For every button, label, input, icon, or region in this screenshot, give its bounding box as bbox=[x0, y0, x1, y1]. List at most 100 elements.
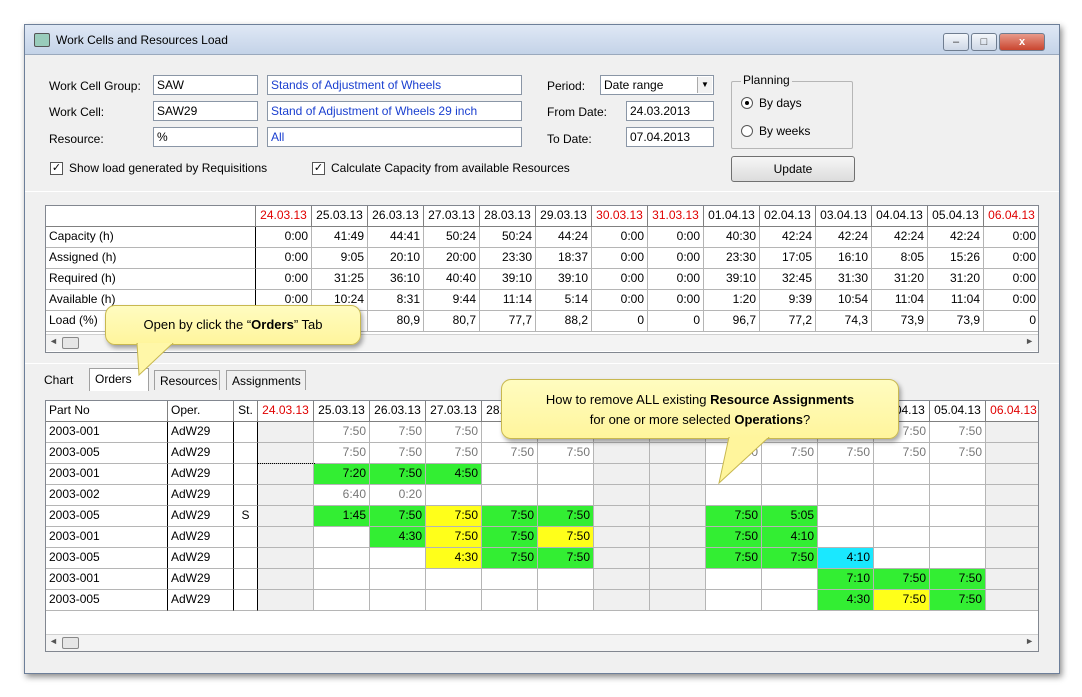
load-value-cell[interactable]: 73,9 bbox=[872, 311, 928, 332]
scroll-thumb[interactable] bbox=[62, 637, 79, 649]
load-value-cell[interactable]: 8:31 bbox=[368, 290, 424, 311]
load-value-cell[interactable]: 80,9 bbox=[368, 311, 424, 332]
load-value-cell[interactable]: 0:00 bbox=[984, 269, 1038, 290]
work-cell-code-input[interactable]: SAW29 bbox=[153, 101, 258, 121]
load-value-cell[interactable]: 39:10 bbox=[536, 269, 592, 290]
assignment-cell[interactable] bbox=[650, 569, 706, 590]
assignment-cell[interactable]: 7:50 bbox=[314, 443, 370, 464]
assignment-cell[interactable]: 1:45 bbox=[314, 506, 370, 527]
load-value-cell[interactable]: 31:20 bbox=[872, 269, 928, 290]
assignment-cell[interactable]: 7:50 bbox=[874, 590, 930, 611]
assignment-cell[interactable] bbox=[314, 548, 370, 569]
assignment-cell[interactable]: 7:50 bbox=[482, 548, 538, 569]
load-value-cell[interactable]: 0 bbox=[648, 311, 704, 332]
oper-header[interactable]: Oper. bbox=[168, 401, 234, 422]
load-value-cell[interactable]: 39:10 bbox=[480, 269, 536, 290]
date-column-header[interactable]: 28.03.13 bbox=[480, 206, 536, 227]
assignment-cell[interactable] bbox=[706, 590, 762, 611]
assignment-cell[interactable]: 7:50 bbox=[930, 443, 986, 464]
assignment-cell[interactable]: 5:05 bbox=[762, 506, 818, 527]
to-date-input[interactable]: 07.04.2013 bbox=[626, 127, 714, 147]
assignment-cell[interactable]: 4:10 bbox=[818, 548, 874, 569]
assignment-cell[interactable] bbox=[482, 464, 538, 485]
assignment-cell[interactable] bbox=[986, 506, 1038, 527]
load-value-cell[interactable]: 0:00 bbox=[984, 290, 1038, 311]
assignment-cell[interactable] bbox=[594, 443, 650, 464]
assignment-cell[interactable]: 6:40 bbox=[314, 485, 370, 506]
load-value-cell[interactable]: 73,9 bbox=[928, 311, 984, 332]
assignment-cell[interactable] bbox=[370, 569, 426, 590]
date-column-header[interactable]: 05.04.13 bbox=[928, 206, 984, 227]
assignment-cell[interactable]: 7:50 bbox=[538, 443, 594, 464]
scroll-right-icon[interactable]: ► bbox=[1025, 336, 1034, 346]
load-value-cell[interactable]: 20:10 bbox=[368, 248, 424, 269]
load-value-cell[interactable]: 31:30 bbox=[816, 269, 872, 290]
status-cell[interactable] bbox=[234, 590, 258, 611]
assignment-cell[interactable] bbox=[426, 569, 482, 590]
assignment-cell[interactable]: 7:10 bbox=[818, 569, 874, 590]
load-value-cell[interactable]: 8:05 bbox=[872, 248, 928, 269]
load-value-cell[interactable]: 1:20 bbox=[704, 290, 760, 311]
assignment-cell[interactable] bbox=[986, 569, 1038, 590]
part-no-cell[interactable]: 2003-001 bbox=[46, 569, 168, 590]
resource-desc-field[interactable]: All bbox=[267, 127, 522, 147]
date-column-header[interactable]: 06.04.13 bbox=[986, 401, 1038, 422]
load-value-cell[interactable]: 5:14 bbox=[536, 290, 592, 311]
assignment-cell[interactable] bbox=[818, 485, 874, 506]
date-column-header[interactable]: 06.04.13 bbox=[984, 206, 1038, 227]
assignment-cell[interactable] bbox=[650, 527, 706, 548]
scroll-thumb[interactable] bbox=[62, 337, 79, 349]
date-column-header[interactable]: 25.03.13 bbox=[314, 401, 370, 422]
status-cell[interactable] bbox=[234, 443, 258, 464]
assignment-cell[interactable] bbox=[930, 548, 986, 569]
assignment-cell[interactable]: 7:50 bbox=[426, 422, 482, 443]
assignment-cell[interactable] bbox=[874, 527, 930, 548]
assignment-cell[interactable] bbox=[258, 548, 314, 569]
part-no-cell[interactable]: 2003-001 bbox=[46, 527, 168, 548]
date-column-header[interactable]: 26.03.13 bbox=[370, 401, 426, 422]
assignment-cell[interactable]: 7:50 bbox=[538, 506, 594, 527]
assignment-cell[interactable] bbox=[482, 485, 538, 506]
work-cell-group-code-input[interactable]: SAW bbox=[153, 75, 258, 95]
load-value-cell[interactable]: 0 bbox=[984, 311, 1038, 332]
load-value-cell[interactable]: 42:24 bbox=[816, 227, 872, 248]
assignment-cell[interactable] bbox=[594, 464, 650, 485]
load-value-cell[interactable]: 9:39 bbox=[760, 290, 816, 311]
assignment-cell[interactable]: 7:50 bbox=[370, 422, 426, 443]
assignment-cell[interactable] bbox=[650, 590, 706, 611]
assignment-cell[interactable] bbox=[594, 548, 650, 569]
date-column-header[interactable]: 30.03.13 bbox=[592, 206, 648, 227]
status-cell[interactable] bbox=[234, 422, 258, 443]
load-value-cell[interactable]: 0:00 bbox=[984, 227, 1038, 248]
load-value-cell[interactable]: 77,2 bbox=[760, 311, 816, 332]
by-weeks-radio[interactable] bbox=[741, 125, 753, 137]
part-no-cell[interactable]: 2003-005 bbox=[46, 506, 168, 527]
assignment-cell[interactable] bbox=[538, 590, 594, 611]
date-column-header[interactable]: 04.04.13 bbox=[872, 206, 928, 227]
part-no-cell[interactable]: 2003-001 bbox=[46, 422, 168, 443]
load-value-cell[interactable]: 0:00 bbox=[256, 269, 312, 290]
load-value-cell[interactable]: 16:10 bbox=[816, 248, 872, 269]
assignment-cell[interactable]: 7:50 bbox=[762, 548, 818, 569]
assignment-cell[interactable] bbox=[986, 590, 1038, 611]
assignment-cell[interactable] bbox=[258, 527, 314, 548]
assignment-cell[interactable] bbox=[986, 527, 1038, 548]
assignment-cell[interactable] bbox=[370, 548, 426, 569]
assignment-cell[interactable] bbox=[594, 506, 650, 527]
assignment-cell[interactable]: 7:50 bbox=[370, 506, 426, 527]
assignment-cell[interactable] bbox=[594, 485, 650, 506]
calc-capacity-checkbox[interactable]: ✓ bbox=[312, 162, 325, 175]
load-value-cell[interactable]: 11:04 bbox=[928, 290, 984, 311]
load-value-cell[interactable]: 23:30 bbox=[704, 248, 760, 269]
load-value-cell[interactable]: 11:04 bbox=[872, 290, 928, 311]
oper-cell[interactable]: AdW29 bbox=[168, 548, 234, 569]
tab-assignments[interactable]: Assignments bbox=[226, 370, 306, 390]
assignment-cell[interactable] bbox=[874, 506, 930, 527]
load-value-cell[interactable]: 0 bbox=[592, 311, 648, 332]
work-cell-group-desc-field[interactable]: Stands of Adjustment of Wheels bbox=[267, 75, 522, 95]
assignment-cell[interactable] bbox=[986, 443, 1038, 464]
load-value-cell[interactable]: 42:24 bbox=[872, 227, 928, 248]
load-value-cell[interactable]: 15:26 bbox=[928, 248, 984, 269]
assignment-cell[interactable] bbox=[482, 569, 538, 590]
date-column-header[interactable]: 02.04.13 bbox=[760, 206, 816, 227]
